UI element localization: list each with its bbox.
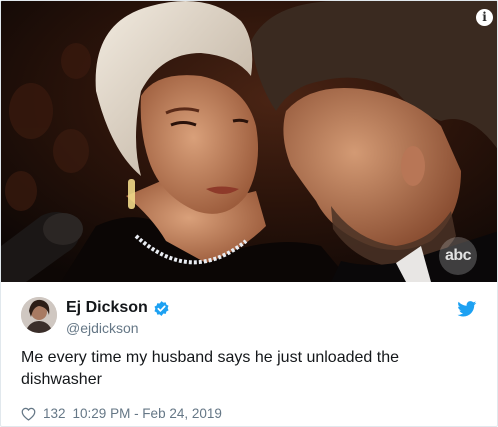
info-icon[interactable]: i (476, 9, 493, 26)
author-display-name[interactable]: Ej Dickson (66, 298, 148, 318)
verified-badge-icon (154, 300, 169, 316)
author-names: Ej Dickson @ejdickson (66, 298, 170, 338)
tweet-photo[interactable]: i abc (1, 1, 497, 282)
tweet-body: Ej Dickson @ejdickson Me every time my h… (1, 282, 497, 426)
avatar-image (21, 297, 57, 333)
abc-watermark-logo: abc (439, 237, 477, 275)
tweet-header: Ej Dickson @ejdickson (21, 295, 479, 343)
embedded-tweet-card[interactable]: i abc Ej Dickson @ejdickson Me every tim… (0, 0, 498, 427)
like-count[interactable]: 132 (43, 406, 66, 422)
photo-illustration (1, 1, 497, 282)
avatar[interactable] (21, 297, 57, 333)
tweet-text: Me every time my husband says he just un… (21, 349, 399, 388)
tweet-timestamp[interactable]: 10:29 PM - Feb 24, 2019 (73, 406, 222, 422)
tweet-meta: 132 10:29 PM - Feb 24, 2019 (21, 406, 479, 422)
author-handle[interactable]: @ejdickson (66, 318, 170, 338)
twitter-bird-icon[interactable] (457, 301, 477, 317)
heart-icon[interactable] (21, 407, 36, 421)
